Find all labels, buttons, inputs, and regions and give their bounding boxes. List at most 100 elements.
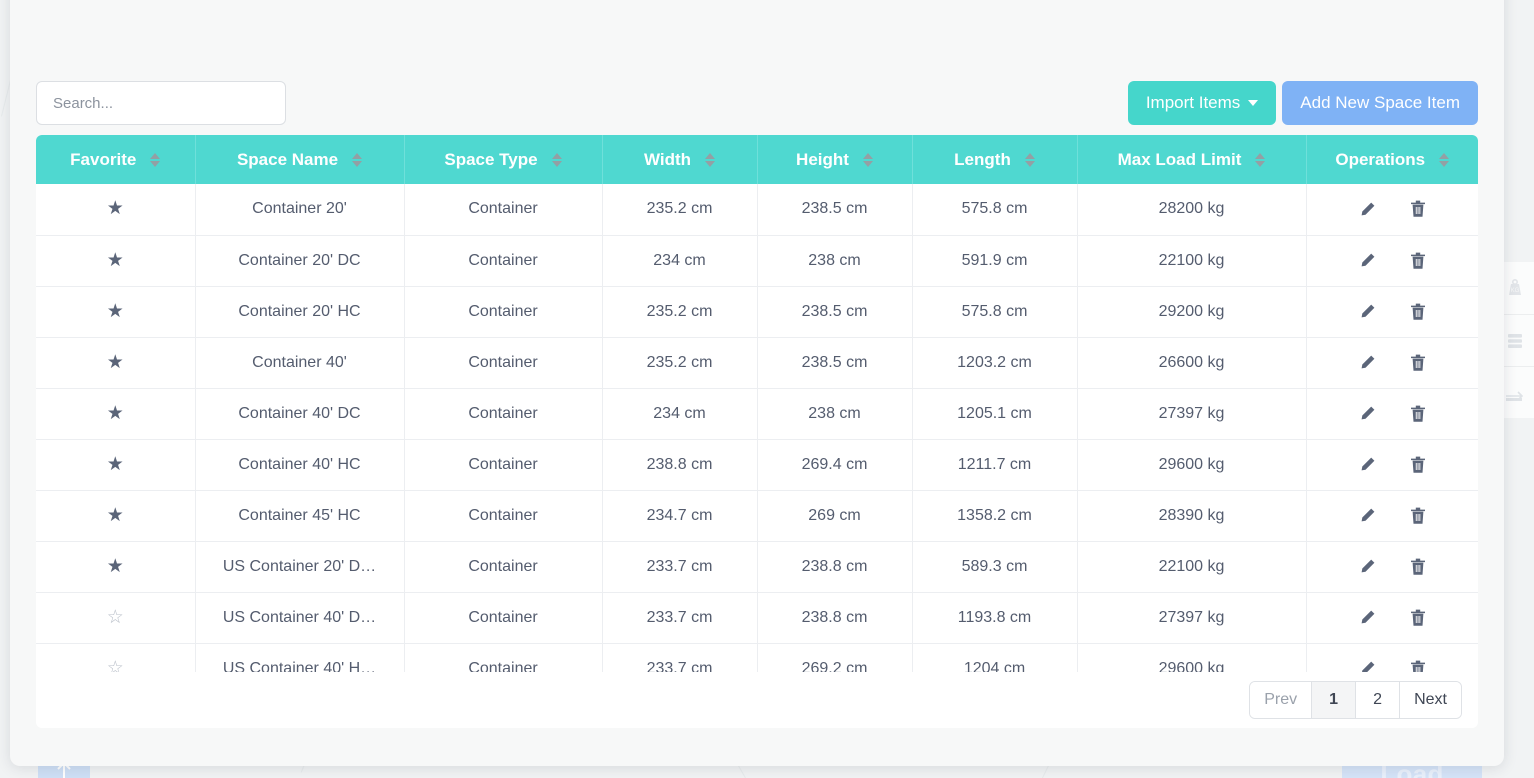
cell-length: 1193.8 cm — [912, 592, 1078, 644]
delete-trash-icon[interactable] — [1410, 354, 1426, 372]
column-header-width[interactable]: Width — [602, 135, 758, 184]
delete-trash-icon[interactable] — [1410, 200, 1426, 218]
favorite-star-icon[interactable]: ★ — [107, 505, 124, 526]
edit-pencil-icon[interactable] — [1359, 609, 1376, 626]
edit-pencil-icon[interactable] — [1359, 252, 1376, 269]
column-header-operations[interactable]: Operations — [1306, 135, 1478, 184]
cell-height: 238.5 cm — [757, 337, 913, 389]
pagination-page-2[interactable]: 2 — [1356, 682, 1401, 718]
cell-height: 238.8 cm — [757, 541, 913, 593]
cell-width: 234 cm — [602, 235, 758, 287]
svg-text:KG: KG — [1511, 288, 1520, 294]
cell-height: 238.5 cm — [757, 286, 913, 338]
edit-pencil-icon[interactable] — [1359, 507, 1376, 524]
column-header-height[interactable]: Height — [757, 135, 913, 184]
sort-icon[interactable] — [1255, 152, 1266, 167]
favorite-star-icon[interactable]: ★ — [107, 250, 124, 271]
delete-trash-icon[interactable] — [1410, 558, 1426, 576]
favorite-star-icon[interactable]: ☆ — [107, 607, 124, 628]
cell-space-type: Container — [404, 541, 603, 593]
column-header-space-type[interactable]: Space Type — [404, 135, 603, 184]
cell-favorite: ★ — [36, 490, 196, 542]
cell-space-type: Container — [404, 235, 603, 287]
pagination-next[interactable]: Next — [1400, 682, 1461, 718]
cell-operations — [1306, 439, 1478, 491]
table-row: ★ Container 40' Container 235.2 cm 238.5 cm 1… — [36, 337, 1478, 389]
cell-space-type: Container — [404, 388, 603, 440]
column-header-max-load-limit[interactable]: Max Load Limit — [1077, 135, 1307, 184]
column-header-length[interactable]: Length — [912, 135, 1078, 184]
pagination-prev[interactable]: Prev — [1250, 682, 1313, 718]
favorite-star-icon[interactable]: ★ — [107, 556, 124, 577]
delete-trash-icon[interactable] — [1410, 252, 1426, 270]
cell-width: 233.7 cm — [602, 592, 758, 644]
favorite-star-icon[interactable]: ★ — [107, 403, 124, 424]
cell-space-type: Container — [404, 337, 603, 389]
sort-icon[interactable] — [705, 152, 716, 167]
pagination-bar: Prev 1 2 Next — [36, 672, 1478, 728]
pagination: Prev 1 2 Next — [1249, 681, 1462, 719]
delete-trash-icon[interactable] — [1410, 456, 1426, 474]
table-row: ☆ US Container 40' D… Container 233.7 cm 238… — [36, 592, 1478, 644]
cell-space-type: Container — [404, 184, 603, 236]
sort-icon[interactable] — [862, 152, 873, 167]
delete-trash-icon[interactable] — [1410, 507, 1426, 525]
favorite-star-icon[interactable]: ★ — [107, 198, 124, 219]
edit-pencil-icon[interactable] — [1359, 201, 1376, 218]
cell-height: 269.4 cm — [757, 439, 913, 491]
sort-icon[interactable] — [352, 152, 363, 167]
cell-operations — [1306, 541, 1478, 593]
favorite-star-icon[interactable]: ★ — [107, 454, 124, 475]
favorite-star-icon[interactable]: ★ — [107, 301, 124, 322]
delete-trash-icon[interactable] — [1410, 303, 1426, 321]
panel-toolbar: Import Items Add New Space Item — [36, 80, 1478, 126]
column-label: Favorite — [70, 149, 137, 169]
table-row: ★ Container 20' HC Container 235.2 cm 238.5 … — [36, 286, 1478, 338]
cell-max-load-limit: 26600 kg — [1077, 337, 1307, 389]
cell-space-name: Container 20' HC — [195, 286, 405, 338]
chevron-down-icon — [1248, 100, 1259, 106]
edit-pencil-icon[interactable] — [1359, 405, 1376, 422]
column-label: Width — [643, 149, 692, 169]
cell-space-type: Container — [404, 490, 603, 542]
import-items-button[interactable]: Import Items — [1127, 81, 1277, 125]
cell-length: 1358.2 cm — [912, 490, 1078, 542]
cell-space-name: Container 20' DC — [195, 235, 405, 287]
column-header-favorite[interactable]: Favorite — [36, 135, 196, 184]
delete-trash-icon[interactable] — [1410, 609, 1426, 627]
cell-height: 238 cm — [757, 388, 913, 440]
cell-space-name: Container 40' HC — [195, 439, 405, 491]
cell-operations — [1306, 286, 1478, 338]
cell-width: 235.2 cm — [602, 184, 758, 236]
cell-length: 1205.1 cm — [912, 388, 1078, 440]
space-items-panel: Import Items Add New Space Item Favorite — [10, 0, 1504, 766]
add-new-space-item-button[interactable]: Add New Space Item — [1282, 81, 1478, 125]
cell-space-name: US Container 20' D… — [195, 541, 405, 593]
column-header-space-name[interactable]: Space Name — [195, 135, 405, 184]
cell-max-load-limit: 22100 kg — [1077, 541, 1307, 593]
cell-max-load-limit: 28200 kg — [1077, 184, 1307, 236]
favorite-star-icon[interactable]: ★ — [107, 352, 124, 373]
sort-icon[interactable] — [1439, 152, 1450, 167]
pagination-page-1[interactable]: 1 — [1312, 682, 1357, 718]
sort-icon[interactable] — [1024, 152, 1035, 167]
sort-icon[interactable] — [150, 152, 161, 167]
edit-pencil-icon[interactable] — [1359, 456, 1376, 473]
import-items-label: Import Items — [1145, 93, 1241, 112]
table-body: ★ Container 20' Container 235.2 cm 238.5 cm 5… — [36, 184, 1478, 695]
cell-operations — [1306, 184, 1478, 236]
cell-length: 575.8 cm — [912, 286, 1078, 338]
cell-operations — [1306, 388, 1478, 440]
search-input[interactable] — [36, 81, 286, 125]
cell-space-name: Container 20' — [195, 184, 405, 236]
cell-height: 238.8 cm — [757, 592, 913, 644]
edit-pencil-icon[interactable] — [1359, 558, 1376, 575]
sort-icon[interactable] — [551, 152, 562, 167]
cell-max-load-limit: 28390 kg — [1077, 490, 1307, 542]
table-row: ★ Container 20' Container 235.2 cm 238.5 cm 5… — [36, 184, 1478, 236]
edit-pencil-icon[interactable] — [1359, 354, 1376, 371]
table-row: ★ Container 20' DC Container 234 cm 238 cm 59… — [36, 235, 1478, 287]
delete-trash-icon[interactable] — [1410, 405, 1426, 423]
edit-pencil-icon[interactable] — [1359, 303, 1376, 320]
cell-max-load-limit: 27397 kg — [1077, 388, 1307, 440]
